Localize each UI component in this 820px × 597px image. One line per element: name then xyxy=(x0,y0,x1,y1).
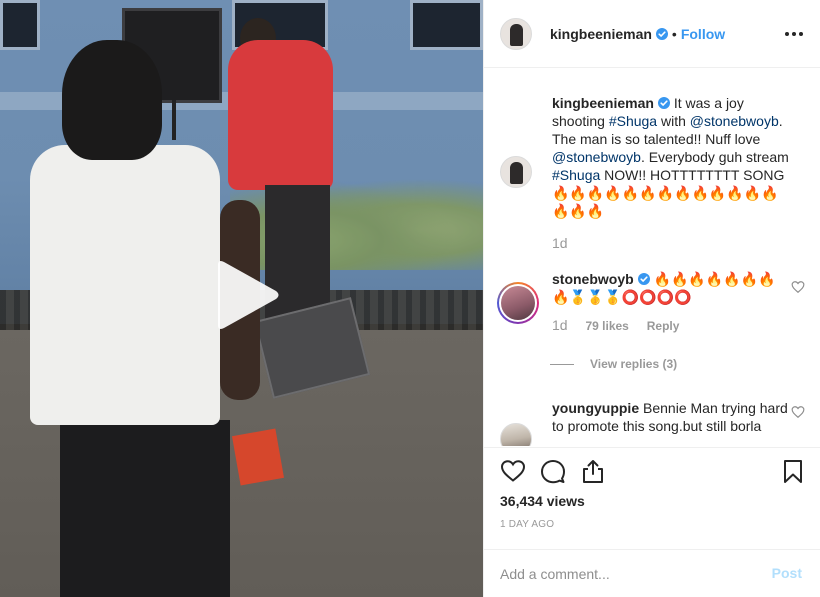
header-username[interactable]: kingbeenieman xyxy=(550,26,652,42)
play-icon[interactable] xyxy=(210,259,280,331)
replies-divider-line xyxy=(550,364,574,366)
share-icon[interactable] xyxy=(580,458,606,484)
caption-avatar[interactable] xyxy=(500,156,532,188)
view-count[interactable]: 36,434 views xyxy=(500,493,585,509)
caption-timestamp[interactable]: 1d xyxy=(552,234,792,252)
comment-likes[interactable]: 79 likes xyxy=(585,319,628,333)
light-stand xyxy=(172,100,176,140)
mention-link[interactable]: @stonebwoyb xyxy=(690,113,779,129)
hashtag-link[interactable]: #Shuga xyxy=(609,113,657,129)
emoji-text: 🔥🔥🔥🔥🔥🔥🔥🔥🔥🔥🔥🔥🔥🔥🔥🔥 xyxy=(552,185,779,219)
post-actions: 36,434 views 1 DAY AGO Post xyxy=(484,447,820,597)
post-details-panel: kingbeenieman • Follow kingbeenieman It … xyxy=(483,0,820,597)
train-window xyxy=(410,0,483,50)
person-white-vest xyxy=(30,145,220,425)
caption-text: kingbeenieman It was a joy shooting #Shu… xyxy=(552,94,792,252)
add-comment-bar: Post xyxy=(484,549,820,597)
comment-avatar[interactable] xyxy=(497,282,539,324)
more-options-icon[interactable] xyxy=(784,25,804,43)
avatar[interactable] xyxy=(500,17,532,50)
comment-item: stonebwoyb 🔥🔥🔥🔥🔥🔥🔥🔥🥇🥇🥇⭕⭕⭕⭕ 1d 79 likes R… xyxy=(497,270,805,370)
comment-icon[interactable] xyxy=(540,458,566,484)
person-pants xyxy=(60,420,230,597)
like-comment-heart-icon[interactable] xyxy=(791,280,805,294)
comment-username[interactable]: stonebwoyb xyxy=(552,271,634,287)
like-comment-heart-icon[interactable] xyxy=(791,405,805,419)
red-bag xyxy=(231,428,285,486)
verified-badge-icon xyxy=(657,97,670,109)
comments-list[interactable]: kingbeenieman It was a joy shooting #Shu… xyxy=(484,69,820,446)
heart-icon[interactable] xyxy=(500,458,526,484)
caption-text-part: with xyxy=(657,113,690,129)
comment-username[interactable]: youngyuppie xyxy=(552,400,639,416)
post-video[interactable] xyxy=(0,0,483,597)
verified-badge-icon xyxy=(637,273,650,285)
view-replies-button[interactable]: View replies (3) xyxy=(550,357,677,371)
caption: kingbeenieman It was a joy shooting #Shu… xyxy=(500,94,805,284)
caption-username[interactable]: kingbeenieman xyxy=(552,95,654,111)
hashtag-link[interactable]: #Shuga xyxy=(552,167,600,183)
person-red-shirt xyxy=(228,40,333,190)
comment-input[interactable] xyxy=(500,562,750,586)
separator-dot: • xyxy=(671,25,677,42)
comment-item: youngyuppie Bennie Man trying hard to pr… xyxy=(500,399,805,446)
comment-avatar[interactable] xyxy=(500,423,532,446)
follow-button[interactable]: Follow xyxy=(681,26,725,42)
mention-link[interactable]: @stonebwoyb xyxy=(552,149,641,165)
caption-text-part: . Everybody guh stream xyxy=(640,149,789,165)
post-comment-button[interactable]: Post xyxy=(772,565,802,581)
view-replies-label: View replies (3) xyxy=(590,357,678,371)
comment-text: stonebwoyb 🔥🔥🔥🔥🔥🔥🔥🔥🥇🥇🥇⭕⭕⭕⭕ 1d 79 likes R… xyxy=(552,270,792,335)
reply-button[interactable]: Reply xyxy=(647,319,680,333)
train-window xyxy=(0,0,40,50)
post-header: kingbeenieman • Follow xyxy=(484,0,820,68)
post-date[interactable]: 1 DAY AGO xyxy=(500,519,554,530)
comment-text: youngyuppie Bennie Man trying hard to pr… xyxy=(552,399,792,435)
person-dreadlocks xyxy=(62,40,162,160)
comment-timestamp[interactable]: 1d xyxy=(552,317,568,333)
verified-badge-icon xyxy=(655,27,668,40)
bookmark-icon[interactable] xyxy=(780,458,806,484)
caption-text-part: NOW!! HOTTTTTTTT SONG xyxy=(600,167,785,183)
